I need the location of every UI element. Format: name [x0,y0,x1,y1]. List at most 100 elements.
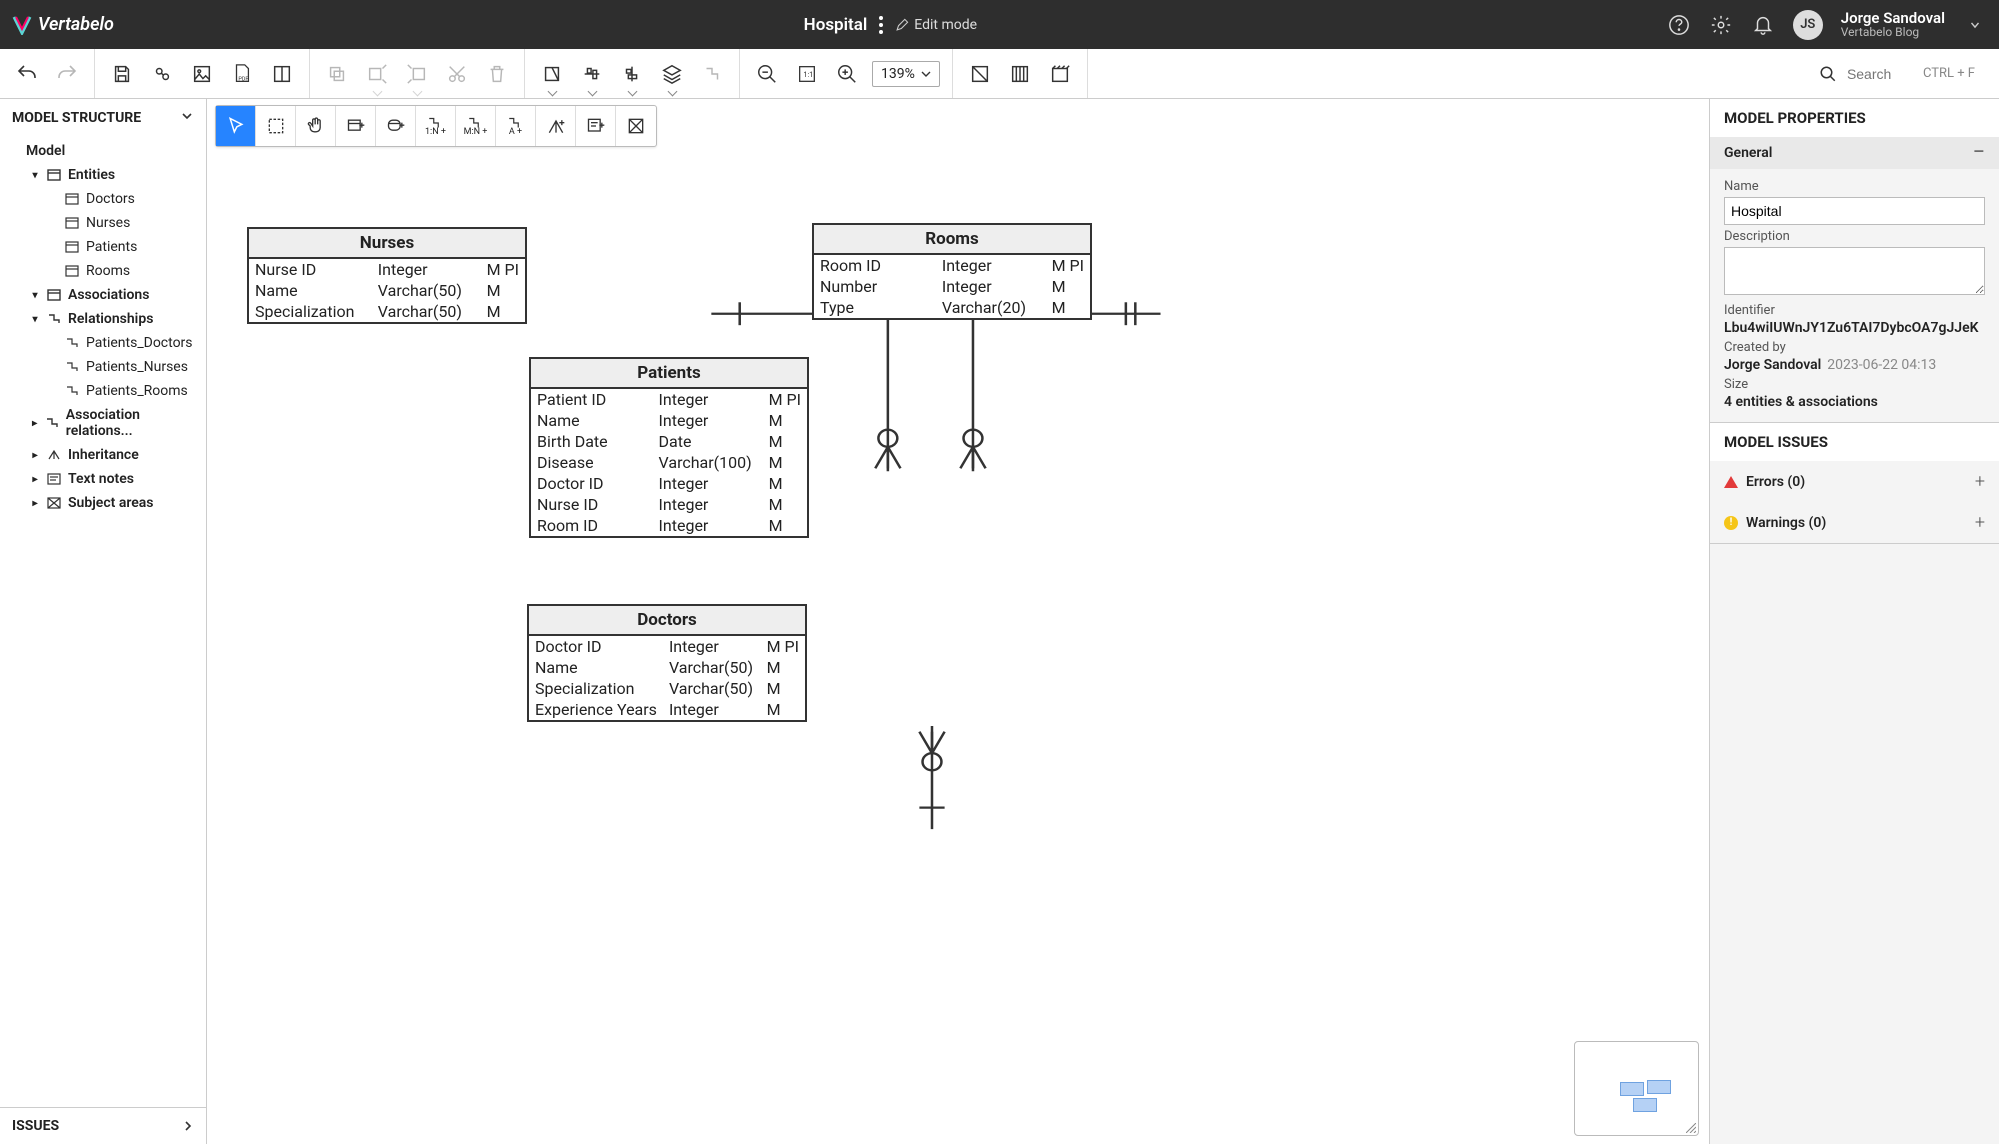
fit-button[interactable] [537,59,567,89]
warning-icon: ! [1724,516,1738,530]
tool-add-entity[interactable] [336,106,376,146]
entity-nurses-title: Nurses [249,229,525,259]
props-name-input[interactable] [1724,197,1985,225]
delete-button[interactable] [482,59,512,89]
gear-icon[interactable] [1709,13,1733,37]
tool-pan[interactable] [296,106,336,146]
redo-button[interactable] [52,59,82,89]
tree-relationship-item[interactable]: Patients_Rooms [0,379,206,403]
issues-warnings-row[interactable]: !Warnings (0) + [1710,502,1999,543]
sidebar-collapse-button[interactable] [180,109,194,127]
tree-relationship-item[interactable]: Patients_Doctors [0,331,206,355]
entity-patients[interactable]: Patients Patient IDIntegerM PINameIntege… [529,357,809,538]
edit-mode-toggle[interactable]: Edit mode [895,17,977,33]
props-desc-label: Description [1724,229,1985,244]
view-mode-1-button[interactable] [965,59,995,89]
cut-button[interactable] [442,59,472,89]
pdf-export-button[interactable]: PDF [227,59,257,89]
expand-icon: + [1975,512,1985,533]
tree-relationship-item[interactable]: Patients_Nurses [0,355,206,379]
search-input[interactable] [1845,65,1915,83]
props-created-value: Jorge Sandoval2023-06-22 04:13 [1724,357,1985,373]
group-button[interactable] [362,59,392,89]
tree-root-model[interactable]: Model [0,139,206,163]
props-desc-input[interactable] [1724,247,1985,295]
tool-select[interactable] [216,106,256,146]
entity-attribute-row[interactable]: NameVarchar(50)M [529,657,805,678]
entity-attribute-row[interactable]: Patient IDIntegerM PI [531,389,807,410]
undo-button[interactable] [12,59,42,89]
entity-attribute-row[interactable]: DiseaseVarchar(100)M [531,452,807,473]
layers-button[interactable] [657,59,687,89]
tree-inheritance[interactable]: ▸Inheritance [0,443,206,467]
entity-attribute-row[interactable]: Doctor IDIntegerM [531,473,807,494]
entity-attribute-row[interactable]: Nurse IDIntegerM [531,494,807,515]
entity-attribute-row[interactable]: Nurse IDIntegerM PI [249,259,525,280]
tree-entities[interactable]: ▾Entities [0,163,206,187]
help-icon[interactable] [1667,13,1691,37]
bell-icon[interactable] [1751,13,1775,37]
entity-attribute-row[interactable]: TypeVarchar(20)M [814,297,1090,318]
tool-add-association[interactable] [376,106,416,146]
minimap-resize-handle[interactable] [1686,1123,1696,1133]
minimap[interactable] [1574,1041,1699,1136]
view-mode-3-button[interactable] [1045,59,1075,89]
entity-doctors[interactable]: Doctors Doctor IDIntegerM PINameVarchar(… [527,604,807,722]
entity-attribute-row[interactable]: SpecializationVarchar(50)M [529,678,805,699]
props-ident-value: Lbu4wiIUWnJY1Zu6TAI7DybcOA7gJJeK [1724,320,1985,336]
model-menu-button[interactable] [879,16,883,34]
align-h-button[interactable] [577,59,607,89]
share-button[interactable] [147,59,177,89]
entity-attribute-row[interactable]: NameVarchar(50)M [249,280,525,301]
entity-attribute-row[interactable]: NumberIntegerM [814,276,1090,297]
tree-entity-item[interactable]: Patients [0,235,206,259]
entity-attribute-row[interactable]: Doctor IDIntegerM PI [529,636,805,657]
tree-entity-item[interactable]: Nurses [0,211,206,235]
entity-nurses[interactable]: Nurses Nurse IDIntegerM PINameVarchar(50… [247,227,527,324]
align-v-button[interactable] [617,59,647,89]
ungroup-button[interactable] [402,59,432,89]
user-menu-chevron[interactable] [1963,13,1987,37]
entity-attribute-row[interactable]: Room IDIntegerM [531,515,807,536]
sidebar-issues-toggle[interactable]: ISSUES [0,1107,206,1144]
tree-text-notes[interactable]: ▸Text notes [0,467,206,491]
entity-attribute-row[interactable]: Experience YearsIntegerM [529,699,805,720]
search-icon [1819,65,1837,83]
props-ident-label: Identifier [1724,303,1985,318]
zoom-in-button[interactable] [832,59,862,89]
entity-attribute-row[interactable]: NameIntegerM [531,410,807,431]
view-mode-2-button[interactable] [1005,59,1035,89]
copy-button[interactable] [322,59,352,89]
zoom-100-button[interactable]: 1:1 [792,59,822,89]
connector-button[interactable] [697,59,727,89]
tree-entity-item[interactable]: Doctors [0,187,206,211]
tool-add-assoc-rel[interactable]: A + [496,106,536,146]
tree-assoc-relations[interactable]: ▸Association relations... [0,403,206,443]
tool-add-note[interactable] [576,106,616,146]
zoom-level-dropdown[interactable]: 139% [872,61,940,87]
panel-toggle-button[interactable] [267,59,297,89]
expand-icon: + [1975,471,1985,492]
tree-relationships[interactable]: ▾Relationships [0,307,206,331]
tool-add-inheritance[interactable] [536,106,576,146]
tool-add-area[interactable] [616,106,656,146]
tree-associations[interactable]: ▾Associations [0,283,206,307]
app-logo[interactable]: Vertabelo [12,14,114,35]
props-general-toggle[interactable]: General − [1710,137,1999,169]
entity-attribute-row[interactable]: SpecializationVarchar(50)M [249,301,525,322]
tree-entity-item[interactable]: Rooms [0,259,206,283]
diagram-canvas[interactable]: 1:N + M:N + A + [207,99,1709,1144]
tool-marquee[interactable] [256,106,296,146]
tool-add-mn-rel[interactable]: M:N + [456,106,496,146]
entity-attribute-row[interactable]: Birth DateDateM [531,431,807,452]
issues-errors-row[interactable]: Errors (0) + [1710,461,1999,502]
save-button[interactable] [107,59,137,89]
entity-rooms[interactable]: Rooms Room IDIntegerM PINumberIntegerMTy… [812,223,1092,320]
props-name-label: Name [1724,179,1985,194]
image-export-button[interactable] [187,59,217,89]
tree-subject-areas[interactable]: ▸Subject areas [0,491,206,515]
zoom-out-button[interactable] [752,59,782,89]
tool-add-1n-rel[interactable]: 1:N + [416,106,456,146]
entity-attribute-row[interactable]: Room IDIntegerM PI [814,255,1090,276]
avatar[interactable]: JS [1793,10,1823,40]
